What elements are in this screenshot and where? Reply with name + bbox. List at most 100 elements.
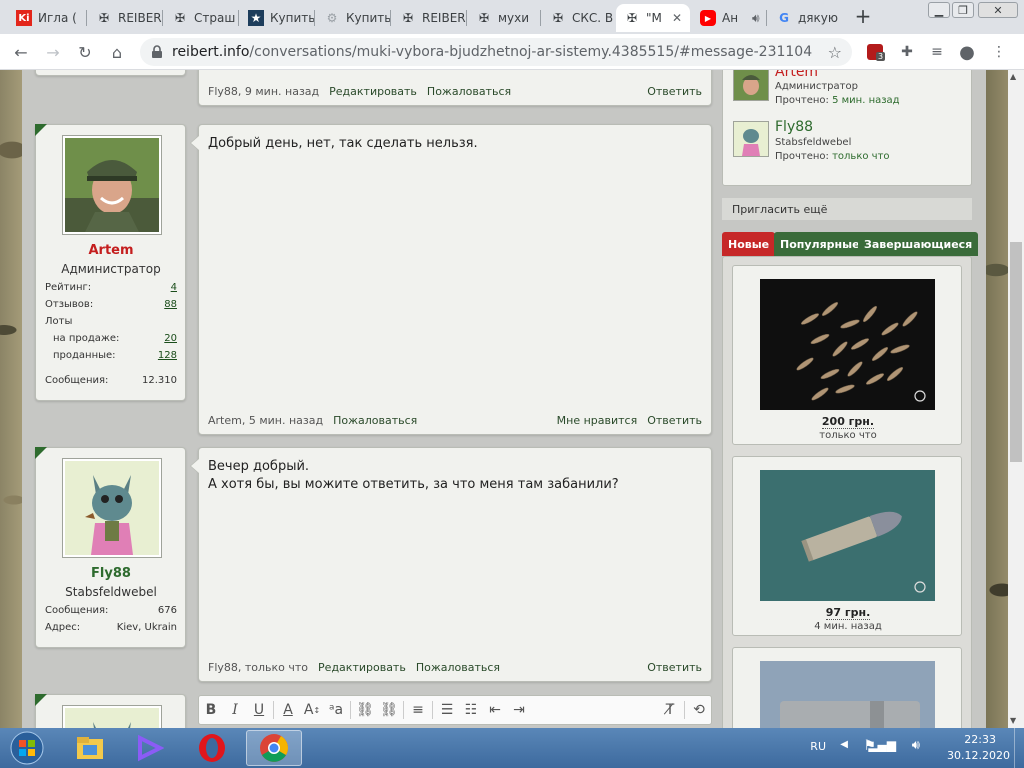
bold-icon[interactable]: B	[199, 698, 223, 722]
stat-address: Адрес: Kiev, Ukrain	[45, 622, 177, 633]
lot-image-bullets[interactable]	[760, 279, 935, 410]
close-window-button[interactable]: ✕	[978, 2, 1018, 18]
unlink-icon[interactable]: ⛓	[377, 698, 401, 722]
read-status: Прочтено: только что	[775, 151, 890, 162]
bullet-list-icon[interactable]: ☰	[435, 698, 459, 722]
reply-link[interactable]: Ответить	[647, 661, 702, 674]
reply-link[interactable]: Ответить	[647, 85, 702, 98]
address-bar[interactable]: reibert.info/conversations/muki-vybora-b…	[140, 38, 852, 66]
iron-cross-icon: ✠	[478, 11, 490, 25]
lock-icon[interactable]	[150, 45, 164, 59]
font-family-icon[interactable]: ᵃa	[324, 698, 348, 722]
signal-icon[interactable]: ▂▄▆	[868, 738, 896, 752]
clock-time[interactable]: 22:33	[964, 733, 996, 746]
indent-icon[interactable]: ⇥	[507, 698, 531, 722]
scrollbar-thumb[interactable]	[1010, 242, 1022, 462]
like-link[interactable]: Мне нравится	[557, 414, 638, 427]
show-desktop-button[interactable]	[1014, 728, 1024, 768]
back-button[interactable]: ←	[10, 41, 32, 63]
stat-on-sale: на продаже: 20	[53, 333, 177, 344]
bookmark-star-icon[interactable]: ☆	[828, 43, 842, 62]
lot-card[interactable]: 97 грн. 4 мин. назад	[732, 456, 962, 636]
start-button[interactable]	[0, 730, 54, 766]
report-link[interactable]: Пожаловаться	[333, 414, 417, 427]
tab-new[interactable]: Новые	[722, 232, 776, 256]
tab-10[interactable]: ▶ Ан 🔊︎	[692, 4, 766, 32]
reviews-link[interactable]: 88	[164, 299, 177, 310]
tab-popular[interactable]: Популярные	[774, 232, 866, 256]
link-icon[interactable]: ⛓	[353, 698, 377, 722]
tab-ending[interactable]: Завершающиеся	[858, 232, 979, 256]
star-logo-icon: ★	[248, 10, 264, 26]
tab-7[interactable]: ✠ мухи	[468, 4, 540, 32]
puzzle-extensions-icon[interactable]: ✚	[898, 43, 916, 61]
visual-studio-taskbar-icon[interactable]	[122, 730, 178, 766]
opera-taskbar-icon[interactable]	[184, 730, 240, 766]
userbox-current	[35, 694, 186, 728]
reload-button[interactable]: ↻	[74, 41, 96, 63]
invite-more-link[interactable]: Пригласить ещё	[722, 198, 972, 220]
edit-link[interactable]: Редактировать	[318, 661, 406, 674]
minimize-button[interactable]: ▁	[928, 2, 950, 18]
user-title: Stabsfeldwebel	[65, 585, 157, 599]
lot-card[interactable]: 200 грн. только что	[732, 265, 962, 445]
on-sale-link[interactable]: 20	[164, 333, 177, 344]
participant-name-fly88[interactable]: Fly88	[775, 119, 813, 135]
chrome-taskbar-icon[interactable]	[246, 730, 302, 766]
text-color-icon[interactable]: A	[276, 698, 300, 722]
speaker-icon[interactable]: 🔊︎	[752, 11, 760, 26]
report-link[interactable]: Пожаловаться	[427, 85, 511, 98]
participant-name-artem[interactable]: Artem	[775, 70, 818, 80]
participant-avatar-artem[interactable]	[733, 70, 769, 101]
extension-icon[interactable]: 3	[866, 43, 886, 61]
scroll-down-arrow[interactable]: ▼	[1010, 716, 1016, 725]
report-link[interactable]: Пожаловаться	[416, 661, 500, 674]
new-tab-button[interactable]: +	[852, 6, 874, 28]
forward-button[interactable]: →	[42, 41, 64, 63]
participant-avatar-fly88[interactable]	[733, 121, 769, 157]
font-size-icon[interactable]: A ↕	[300, 698, 324, 722]
clock-date[interactable]: 30.12.2020	[947, 749, 1010, 762]
lot-card[interactable]	[732, 647, 962, 728]
underline-icon[interactable]: U	[247, 698, 271, 722]
toggle-bbcode-icon[interactable]: ⟲	[687, 698, 711, 722]
lot-image-casing[interactable]	[760, 661, 935, 728]
avatar-artem[interactable]	[62, 135, 162, 235]
rating-link[interactable]: 4	[171, 282, 177, 293]
url-text[interactable]: reibert.info/conversations/muki-vybora-b…	[172, 44, 812, 60]
username-fly88[interactable]: Fly88	[36, 566, 186, 581]
volume-icon[interactable]: 🔊︎	[912, 738, 920, 753]
tab-9-active[interactable]: ✠ "М ✕	[616, 4, 690, 32]
italic-icon[interactable]: I	[223, 698, 247, 722]
menu-icon[interactable]: ⋮	[990, 43, 1008, 61]
tab-3[interactable]: ✠ Страш	[164, 4, 238, 32]
tab-4[interactable]: ★ Купить	[240, 4, 314, 32]
tab-5[interactable]: ⚙ Купить	[316, 4, 390, 32]
username-artem[interactable]: Artem	[36, 243, 186, 258]
explorer-taskbar-icon[interactable]	[62, 730, 118, 766]
tray-expand-icon[interactable]: ◀	[840, 739, 848, 750]
message-footer: Fly88, только что Редактировать Пожалова…	[208, 661, 702, 674]
profile-icon[interactable]: ●	[958, 42, 976, 63]
iron-cross-icon: ✠	[98, 11, 110, 25]
sold-link[interactable]: 128	[158, 350, 177, 361]
tab-1[interactable]: Ki Игла (	[8, 4, 86, 32]
home-button[interactable]: ⌂	[106, 41, 128, 63]
media-control-icon[interactable]: ≡	[928, 43, 946, 61]
language-indicator[interactable]: RU	[810, 740, 826, 753]
scroll-up-arrow[interactable]: ▲	[1010, 72, 1016, 81]
outdent-icon[interactable]: ⇤	[483, 698, 507, 722]
avatar-fly88[interactable]	[62, 458, 162, 558]
tab-11[interactable]: G дякую	[768, 4, 842, 32]
tab-2[interactable]: ✠ REIBER	[88, 4, 162, 32]
align-icon[interactable]: ≡	[406, 698, 430, 722]
lot-image-cartridge[interactable]	[760, 470, 935, 601]
close-tab-icon[interactable]: ✕	[672, 11, 682, 25]
clear-format-icon[interactable]: T̸	[658, 698, 682, 722]
numbered-list-icon[interactable]: ☷	[459, 698, 483, 722]
edit-link[interactable]: Редактировать	[329, 85, 417, 98]
reply-link[interactable]: Ответить	[647, 414, 702, 427]
tab-8[interactable]: ✠ СКС. В	[542, 4, 614, 32]
tab-6[interactable]: ✠ REIBER	[392, 4, 466, 32]
maximize-button[interactable]: ❐	[952, 2, 974, 18]
